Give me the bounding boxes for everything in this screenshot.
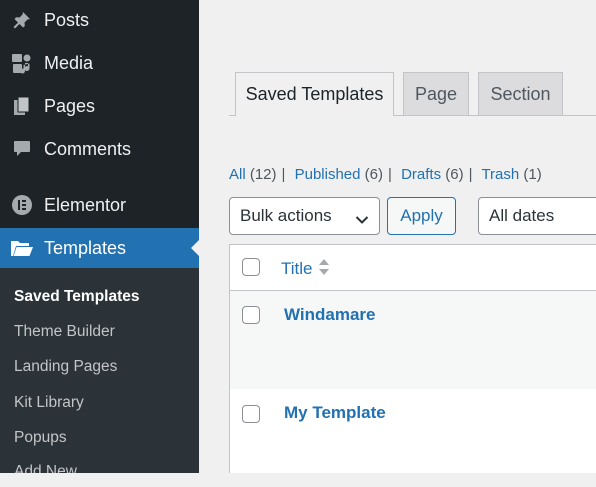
row-title-link[interactable]: Windamare	[284, 305, 375, 325]
count-drafts: (6)	[445, 166, 464, 183]
chevron-down-icon	[355, 210, 369, 230]
filter-drafts[interactable]: Drafts	[401, 166, 441, 183]
templates-table: Title Windamare My Template	[229, 244, 596, 473]
sort-icon[interactable]	[318, 257, 330, 282]
pin-icon	[10, 8, 34, 32]
row-checkbox[interactable]	[242, 306, 260, 324]
bulk-actions-value: Bulk actions	[240, 206, 332, 225]
filter-all[interactable]: All	[229, 166, 246, 183]
comment-icon	[10, 137, 34, 161]
separator: |	[468, 166, 473, 183]
tab-page[interactable]: Page	[403, 72, 469, 115]
submenu-landing-pages[interactable]: Landing Pages	[14, 358, 117, 376]
count-all: (12)	[249, 166, 277, 183]
row-checkbox[interactable]	[242, 405, 260, 423]
menu-label: Elementor	[44, 194, 127, 215]
submenu-theme-builder[interactable]: Theme Builder	[14, 323, 115, 341]
table-row: Windamare	[230, 291, 596, 389]
menu-label: Media	[44, 52, 94, 73]
menu-item-comments[interactable]: Comments	[0, 129, 199, 169]
menu-item-posts[interactable]: Posts	[0, 0, 199, 40]
count-published: (6)	[364, 166, 384, 183]
apply-button[interactable]: Apply	[387, 197, 456, 235]
tab-section[interactable]: Section	[478, 72, 563, 115]
elementor-icon	[10, 193, 34, 217]
pages-icon	[10, 94, 34, 118]
submenu-popups[interactable]: Popups	[14, 429, 67, 447]
separator: |	[388, 166, 392, 183]
submenu-kit-library[interactable]: Kit Library	[14, 394, 84, 412]
table-header: Title	[230, 245, 596, 291]
filter-published[interactable]: Published	[295, 166, 361, 183]
bulk-actions-select[interactable]: Bulk actions	[229, 197, 380, 235]
menu-label: Comments	[44, 138, 132, 159]
count-trash: (1)	[523, 166, 542, 183]
menu-item-templates[interactable]: Templates	[0, 228, 199, 268]
menu-label: Templates	[44, 237, 127, 258]
menu-item-elementor[interactable]: Elementor	[0, 185, 199, 225]
submenu-add-new[interactable]: Add New	[14, 463, 77, 473]
menu-item-pages[interactable]: Pages	[0, 86, 199, 126]
media-icon	[10, 51, 34, 75]
menu-label: Pages	[44, 95, 96, 116]
date-filter-value: All dates	[489, 206, 555, 225]
main-content: Saved Templates Page Section All (12) | P…	[199, 0, 596, 473]
row-title-link[interactable]: My Template	[284, 403, 386, 423]
folder-icon	[10, 236, 34, 260]
menu-item-media[interactable]: Media	[0, 43, 199, 83]
date-filter-select[interactable]: All dates	[478, 197, 596, 235]
column-title[interactable]: Title	[281, 259, 313, 279]
separator: |	[281, 166, 286, 183]
menu-label: Posts	[44, 9, 90, 30]
select-all-checkbox[interactable]	[242, 258, 260, 276]
filter-trash[interactable]: Trash	[481, 166, 519, 183]
tab-saved-templates[interactable]: Saved Templates	[235, 72, 394, 116]
submenu-saved-templates[interactable]: Saved Templates	[14, 288, 140, 306]
templates-submenu: Saved Templates Theme Builder Landing Pa…	[0, 268, 199, 473]
admin-sidebar: Posts Media Pages Comments Elementor Tem…	[0, 0, 199, 473]
status-filter-links: All (12) | Published (6) | Drafts (6) | Tra…	[229, 166, 542, 183]
table-row: My Template	[230, 389, 596, 487]
